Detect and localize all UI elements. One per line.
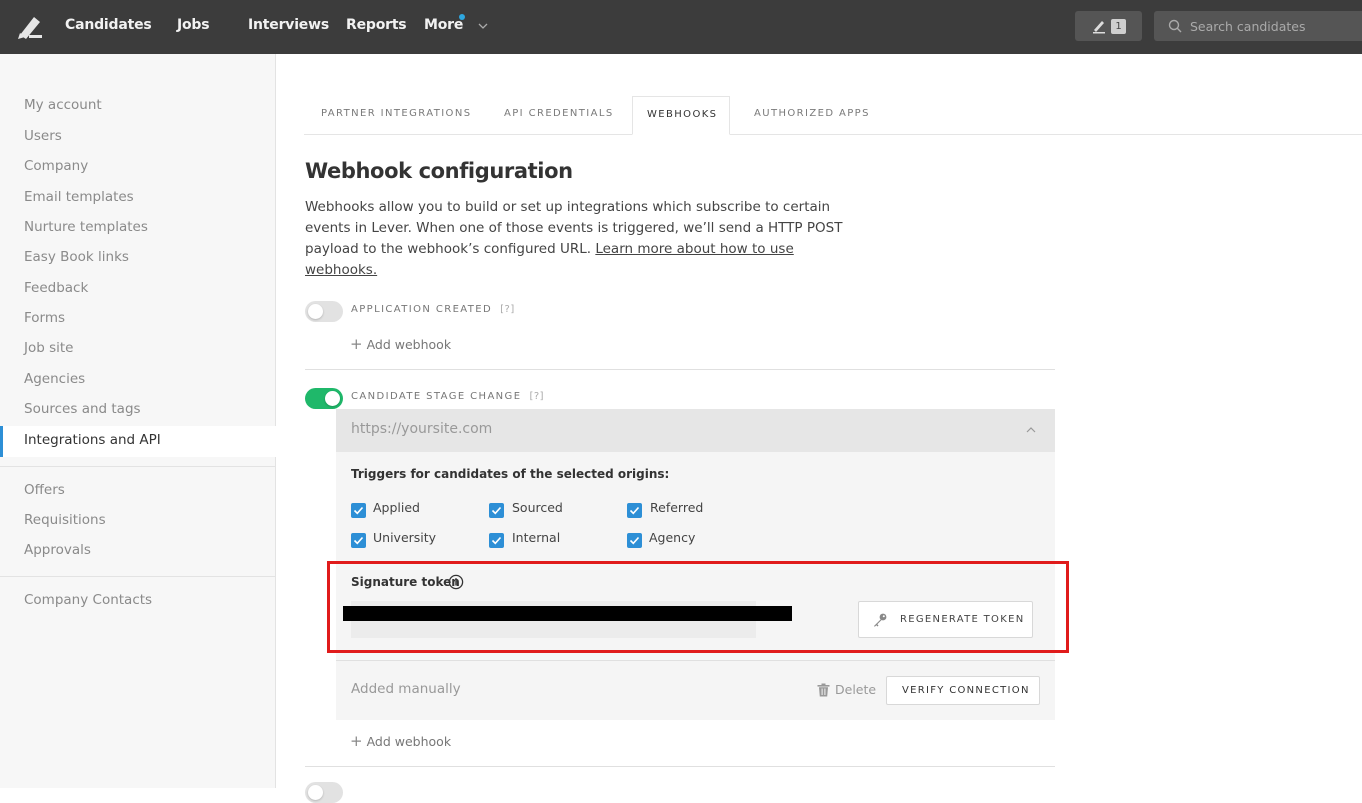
event-label-application-created: APPLICATION CREATED [?] (351, 304, 515, 315)
event-label-text: CANDIDATE STAGE CHANGE (351, 391, 522, 402)
top-navbar: Candidates Jobs Interviews Reports More … (0, 0, 1362, 54)
sidebar-item-agencies[interactable]: Agencies (24, 371, 85, 387)
chevron-up-icon[interactable] (1025, 424, 1037, 436)
origin-agency-label: Agency (649, 530, 696, 545)
sidebar-item-feedback[interactable]: Feedback (24, 280, 88, 296)
origin-sourced-label: Sourced (512, 500, 563, 515)
origin-university-checkbox[interactable] (351, 533, 366, 548)
section-divider (305, 369, 1055, 370)
sidebar-item-offers[interactable]: Offers (24, 482, 65, 498)
webhook-url-placeholder: https://yoursite.com (351, 421, 493, 437)
sidebar-item-my-account[interactable]: My account (24, 97, 102, 113)
plus-icon: + (350, 335, 363, 353)
tab-label: WEBHOOKS (647, 109, 718, 120)
sidebar-item-company[interactable]: Company (24, 158, 88, 174)
help-link[interactable]: [?] (500, 304, 515, 315)
added-manually-text: Added manually (351, 681, 461, 697)
sidebar-item-integrations-and-api[interactable]: Integrations and API (0, 426, 276, 457)
triggers-title: Triggers for candidates of the selected … (351, 467, 670, 481)
sidebar-item-nurture-templates[interactable]: Nurture templates (24, 219, 148, 235)
origin-internal-label: Internal (512, 530, 561, 545)
tab-api-credentials[interactable]: API CREDENTIALS (504, 108, 614, 119)
check-icon (491, 506, 502, 515)
search-box (1154, 11, 1362, 41)
toggle-knob (325, 391, 340, 406)
sidebar-item-easy-book-links[interactable]: Easy Book links (24, 249, 129, 265)
page-description: Webhooks allow you to build or set up in… (305, 197, 865, 281)
toggle-knob (308, 785, 323, 800)
annotation-highlight-box (327, 561, 1069, 653)
sidebar-item-label: Integrations and API (24, 432, 161, 448)
nav-interviews[interactable]: Interviews (248, 17, 329, 33)
candidate-stage-change-toggle[interactable] (305, 388, 343, 409)
origin-internal-checkbox[interactable] (489, 533, 504, 548)
help-link[interactable]: [?] (529, 391, 544, 402)
create-note-button[interactable]: 1 (1075, 11, 1142, 41)
plus-icon: + (350, 732, 363, 750)
trash-icon[interactable] (817, 683, 830, 697)
origin-agency-checkbox[interactable] (627, 533, 642, 548)
search-icon (1168, 19, 1182, 33)
chevron-down-icon[interactable] (477, 20, 489, 32)
origin-referred-label: Referred (650, 500, 704, 515)
sidebar-item-forms[interactable]: Forms (24, 310, 65, 326)
tab-partner-integrations[interactable]: PARTNER INTEGRATIONS (321, 108, 471, 119)
origin-referred-checkbox[interactable] (627, 503, 642, 518)
delete-link[interactable]: Delete (835, 682, 876, 697)
sidebar-item-email-templates[interactable]: Email templates (24, 189, 134, 205)
sidebar-item-company-contacts[interactable]: Company Contacts (24, 592, 152, 608)
add-webhook-label: Add webhook (366, 337, 452, 352)
search-input[interactable] (1190, 11, 1360, 41)
sidebar-divider (0, 466, 276, 467)
sidebar-divider (0, 576, 276, 577)
notification-count-badge: 1 (1111, 19, 1126, 34)
webhook-url-field[interactable]: https://yoursite.com (336, 409, 1055, 452)
pencil-icon (1093, 21, 1105, 34)
nav-jobs[interactable]: Jobs (177, 17, 210, 33)
sidebar-item-users[interactable]: Users (24, 128, 62, 144)
sidebar-item-requisitions[interactable]: Requisitions (24, 512, 106, 528)
application-created-toggle[interactable] (305, 301, 343, 322)
origin-sourced-checkbox[interactable] (489, 503, 504, 518)
verify-connection-label: VERIFY CONNECTION (902, 685, 1030, 696)
tabs-baseline (304, 134, 1362, 135)
sidebar-item-sources-and-tags[interactable]: Sources and tags (24, 401, 141, 417)
next-event-toggle[interactable] (305, 782, 343, 803)
tab-authorized-apps[interactable]: AUTHORIZED APPS (754, 108, 870, 119)
nav-reports[interactable]: Reports (346, 17, 407, 33)
section-divider (305, 766, 1055, 767)
origin-university-label: University (373, 530, 437, 545)
check-icon (353, 506, 364, 515)
check-icon (491, 536, 502, 545)
lever-logo-icon[interactable] (17, 13, 43, 39)
origin-applied-checkbox[interactable] (351, 503, 366, 518)
event-label-text: APPLICATION CREATED (351, 304, 493, 315)
add-webhook-link[interactable]: + Add webhook (350, 732, 451, 750)
more-notification-dot (459, 14, 465, 20)
sidebar-item-job-site[interactable]: Job site (24, 340, 74, 356)
add-webhook-link[interactable]: + Add webhook (350, 335, 451, 353)
page-title: Webhook configuration (305, 159, 573, 183)
sidebar-item-approvals[interactable]: Approvals (24, 542, 91, 558)
check-icon (629, 536, 640, 545)
tab-webhooks[interactable]: WEBHOOKS (632, 96, 730, 135)
check-icon (353, 536, 364, 545)
origin-applied-label: Applied (373, 500, 420, 515)
nav-more[interactable]: More (424, 17, 463, 33)
verify-connection-button[interactable]: VERIFY CONNECTION (886, 676, 1040, 705)
add-webhook-label: Add webhook (366, 734, 452, 749)
event-label-candidate-stage-change: CANDIDATE STAGE CHANGE [?] (351, 391, 544, 402)
check-icon (629, 506, 640, 515)
toggle-knob (308, 304, 323, 319)
nav-candidates[interactable]: Candidates (65, 17, 152, 33)
